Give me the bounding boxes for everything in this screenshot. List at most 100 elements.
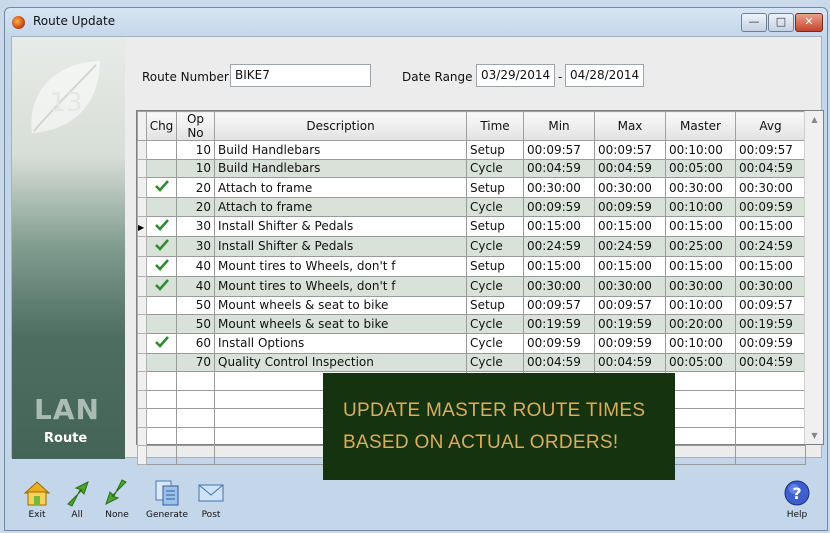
cell-time: Cycle	[466, 332, 524, 354]
table-row[interactable]: 40 Mount tires to Wheels, don't f Setup 00:…	[137, 255, 806, 277]
change-checkbox[interactable]	[146, 215, 177, 237]
change-checkbox[interactable]	[146, 314, 177, 334]
cell-master: 00:30:00	[665, 275, 736, 297]
table-row[interactable]: 50 Mount wheels & seat to bike Setup 00:09:…	[137, 295, 806, 315]
table-row[interactable]: 20 Attach to frame Cycle 00:09:59 00:09:59 00…	[137, 197, 806, 217]
row-selector[interactable]	[137, 140, 147, 160]
checkmark-icon	[154, 258, 169, 271]
column-header[interactable]: Min	[523, 111, 595, 141]
row-selector[interactable]	[137, 177, 147, 198]
post-button[interactable]: Post	[191, 478, 231, 528]
vertical-scrollbar[interactable]: ▲ ▼	[804, 111, 823, 444]
change-checkbox[interactable]	[146, 352, 177, 372]
current-row-icon: ▶	[138, 223, 145, 232]
cell-desc: Mount wheels & seat to bike	[214, 314, 467, 334]
column-header[interactable]: Avg	[735, 111, 806, 141]
column-header[interactable]: Op No	[176, 111, 215, 141]
change-checkbox[interactable]	[146, 295, 177, 315]
checkmark-icon	[154, 180, 169, 192]
minimize-button[interactable]: —	[741, 13, 767, 32]
none-button[interactable]: None	[97, 478, 137, 528]
column-header[interactable]: Chg	[146, 111, 177, 141]
route-number-label: Route Number	[142, 70, 229, 84]
cell-op: 50	[176, 314, 215, 334]
change-checkbox[interactable]	[146, 158, 177, 178]
generate-button[interactable]: Generate	[143, 478, 191, 528]
table-row[interactable]: 50 Mount wheels & seat to bike Cycle 00:19:…	[137, 314, 806, 334]
cell-op: 30	[176, 215, 215, 237]
cell-desc: Attach to frame	[214, 197, 467, 217]
change-checkbox[interactable]	[146, 140, 177, 160]
table-row[interactable]: 40 Mount tires to Wheels, don't f Cycle 00:…	[137, 275, 806, 297]
change-checkbox[interactable]	[146, 275, 177, 297]
cell-desc: Quality Control Inspection	[214, 352, 467, 372]
row-selector[interactable]	[137, 275, 147, 297]
change-checkbox[interactable]	[146, 177, 177, 198]
column-header[interactable]: Time	[466, 111, 524, 141]
help-button[interactable]: ? Help	[777, 478, 817, 528]
module-label: Route	[44, 431, 88, 446]
cell-op: 40	[176, 275, 215, 297]
cell-avg: 00:09:59	[735, 197, 806, 217]
table-row[interactable]: 70 Quality Control Inspection Cycle 00:04:5…	[137, 352, 806, 372]
row-selector[interactable]	[137, 295, 147, 315]
empty-cell	[665, 371, 736, 391]
cell-time: Cycle	[466, 197, 524, 217]
table-row[interactable]: ▶ 30 Install Shifter & Pedals Setup 00:15:00…	[137, 215, 806, 237]
maximize-button[interactable]: □	[768, 13, 794, 32]
table-row[interactable]: 10 Build Handlebars Setup 00:09:57 00:09:57 0…	[137, 140, 806, 160]
app-icon	[12, 16, 25, 29]
cell-time: Cycle	[466, 235, 524, 257]
checkmark-icon	[154, 278, 169, 291]
table-row[interactable]: 30 Install Shifter & Pedals Cycle 00:24:59 0…	[137, 235, 806, 257]
cell-min: 00:19:59	[523, 314, 595, 334]
cell-op: 70	[176, 352, 215, 372]
date-to-input[interactable]: 04/28/2014	[565, 64, 644, 87]
empty-cell	[176, 389, 215, 409]
cell-desc: Attach to frame	[214, 177, 467, 198]
empty-cell	[137, 371, 147, 391]
row-selector[interactable]	[137, 314, 147, 334]
cell-time: Setup	[466, 215, 524, 237]
column-header[interactable]: Description	[214, 111, 467, 141]
date-from-input[interactable]: 03/29/2014	[476, 64, 555, 87]
cell-min: 00:24:59	[523, 235, 595, 257]
scroll-up-icon[interactable]: ▲	[808, 111, 821, 128]
close-button[interactable]: ✕	[795, 13, 823, 32]
row-selector[interactable]: ▶	[137, 215, 147, 237]
envelope-icon	[198, 484, 224, 502]
cell-time: Cycle	[466, 352, 524, 372]
cell-master: 00:10:00	[665, 295, 736, 315]
table-row[interactable]: 60 Install Options Cycle 00:09:59 00:09:59 00…	[137, 332, 806, 354]
row-selector[interactable]	[137, 352, 147, 372]
change-checkbox[interactable]	[146, 255, 177, 277]
cell-min: 00:09:57	[523, 295, 595, 315]
cell-op: 60	[176, 332, 215, 354]
row-selector[interactable]	[137, 197, 147, 217]
cell-master: 00:15:00	[665, 215, 736, 237]
exit-label: Exit	[28, 510, 46, 520]
change-checkbox[interactable]	[146, 332, 177, 354]
table-row[interactable]: 20 Attach to frame Setup 00:30:00 00:30:00 00…	[137, 177, 806, 198]
cell-desc: Install Shifter & Pedals	[214, 215, 467, 237]
empty-cell	[176, 408, 215, 428]
row-selector[interactable]	[137, 332, 147, 354]
row-selector[interactable]	[137, 235, 147, 257]
scroll-down-icon[interactable]: ▼	[808, 427, 821, 444]
sidebar: 13 LAN Route	[12, 37, 125, 459]
change-checkbox[interactable]	[146, 197, 177, 217]
all-button[interactable]: All	[57, 478, 97, 528]
exit-button[interactable]: Exit	[17, 478, 57, 528]
row-selector[interactable]	[137, 255, 147, 277]
column-header[interactable]	[137, 111, 147, 141]
overlay-line-1: UPDATE MASTER ROUTE TIMES	[343, 400, 646, 421]
route-number-input[interactable]: BIKE7	[230, 64, 371, 87]
change-checkbox[interactable]	[146, 235, 177, 257]
row-selector[interactable]	[137, 158, 147, 178]
cell-desc: Mount tires to Wheels, don't f	[214, 275, 467, 297]
empty-cell	[735, 426, 806, 446]
table-row[interactable]: 10 Build Handlebars Cycle 00:04:59 00:04:59 0…	[137, 158, 806, 178]
column-header[interactable]: Master	[665, 111, 736, 141]
column-header[interactable]: Max	[594, 111, 666, 141]
cell-time: Cycle	[466, 275, 524, 297]
